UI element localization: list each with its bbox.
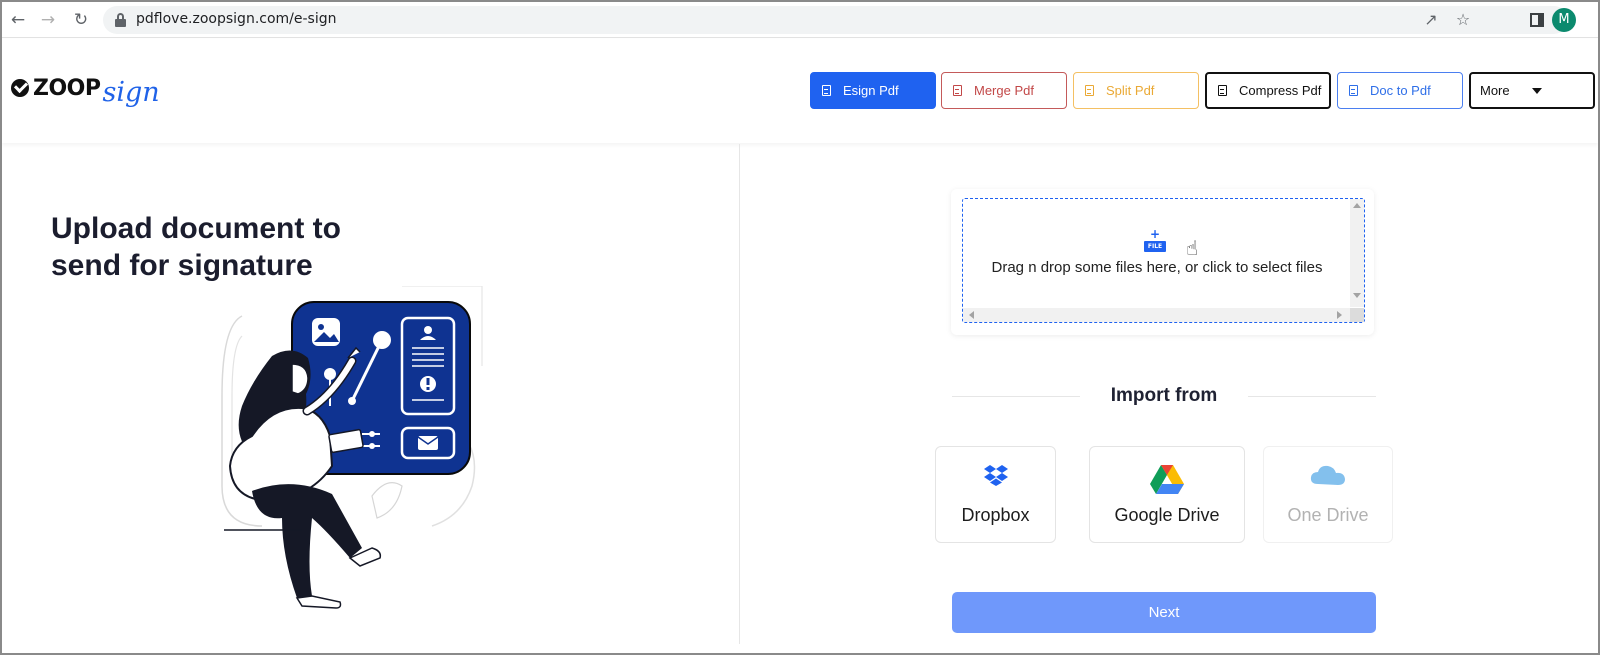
import-divider-right <box>1248 396 1376 397</box>
document-icon <box>953 85 962 96</box>
checkmark-icon <box>11 79 29 97</box>
document-icon <box>1218 85 1227 96</box>
split-pdf-button[interactable]: Split Pdf <box>1073 72 1199 109</box>
document-icon <box>822 85 831 96</box>
import-title: Import from <box>1110 385 1218 406</box>
headline-line-2: send for signature <box>51 249 313 282</box>
doc-to-pdf-button[interactable]: Doc to Pdf <box>1337 72 1463 109</box>
more-label: More <box>1480 83 1510 98</box>
zoopsign-logo[interactable]: ZOOP sign <box>11 70 160 108</box>
next-button[interactable]: Next <box>952 592 1376 633</box>
split-pdf-label: Split Pdf <box>1106 83 1155 98</box>
dropbox-label: Dropbox <box>961 505 1030 525</box>
reload-icon[interactable]: ↻ <box>71 10 91 30</box>
document-icon <box>1085 85 1094 96</box>
onedrive-label: One Drive <box>1287 505 1369 525</box>
back-arrow-icon[interactable]: ← <box>8 10 28 30</box>
merge-pdf-button[interactable]: Merge Pdf <box>941 72 1067 109</box>
dropbox-icon <box>983 465 1008 486</box>
add-file-icon: + FILE <box>1144 227 1166 252</box>
more-dropdown[interactable]: More <box>1469 72 1595 109</box>
profile-avatar[interactable]: M <box>1552 8 1576 32</box>
bookmark-star-icon[interactable]: ☆ <box>1453 10 1473 30</box>
google-drive-import-button[interactable]: Google Drive <box>1089 446 1245 543</box>
site-header: ZOOP sign Esign Pdf Merge Pdf Split Pdf … <box>2 39 1598 143</box>
url-text: pdflove.zoopsign.com/e-sign <box>136 11 337 27</box>
doc-to-pdf-label: Doc to Pdf <box>1370 83 1431 98</box>
chevron-down-icon <box>1531 87 1542 94</box>
horizontal-scrollbar[interactable] <box>963 308 1351 322</box>
document-icon <box>1349 85 1358 96</box>
lock-icon <box>115 13 126 27</box>
forward-arrow-icon[interactable]: → <box>38 10 58 30</box>
signature-illustration <box>221 286 483 609</box>
page-title: Upload document to send for signature <box>51 210 451 284</box>
scroll-up-icon[interactable] <box>1353 203 1361 208</box>
browser-window: ← → ↻ pdflove.zoopsign.com/e-sign ↗ ☆ M … <box>0 0 1600 655</box>
share-icon[interactable]: ↗ <box>1421 10 1441 30</box>
side-panel-icon[interactable] <box>1530 13 1544 27</box>
scroll-right-icon[interactable] <box>1337 311 1342 319</box>
esign-pdf-label: Esign Pdf <box>843 83 899 98</box>
dropzone-text: Drag n drop some files here, or click to… <box>991 259 1323 276</box>
dropbox-import-button[interactable]: Dropbox <box>935 446 1056 543</box>
scroll-down-icon[interactable] <box>1353 293 1361 298</box>
address-bar[interactable]: pdflove.zoopsign.com/e-sign ↗ ☆ <box>103 6 1568 34</box>
scrollbar-corner <box>1350 308 1364 322</box>
google-drive-label: Google Drive <box>1114 505 1220 525</box>
hand-cursor-icon: ☝ <box>1186 236 1199 260</box>
merge-pdf-label: Merge Pdf <box>974 83 1034 98</box>
import-divider-left <box>952 396 1080 397</box>
scroll-left-icon[interactable] <box>969 311 974 319</box>
headline-line-1: Upload document to <box>51 212 341 245</box>
esign-pdf-button[interactable]: Esign Pdf <box>810 72 936 109</box>
logo-word: ZOOP <box>33 75 101 101</box>
compress-pdf-button[interactable]: Compress Pdf <box>1205 72 1331 109</box>
vertical-scrollbar[interactable] <box>1350 199 1364 307</box>
logo-script: sign <box>102 76 160 108</box>
browser-toolbar: ← → ↻ pdflove.zoopsign.com/e-sign ↗ ☆ M <box>2 2 1598 38</box>
file-icon-tag: FILE <box>1144 241 1166 252</box>
onedrive-icon <box>1310 465 1345 485</box>
compress-pdf-label: Compress Pdf <box>1239 83 1322 98</box>
column-divider <box>739 144 740 644</box>
google-drive-icon <box>1150 465 1184 494</box>
file-dropzone[interactable]: + FILE Drag n drop some files here, or c… <box>962 198 1365 323</box>
onedrive-import-button: One Drive <box>1263 446 1393 543</box>
